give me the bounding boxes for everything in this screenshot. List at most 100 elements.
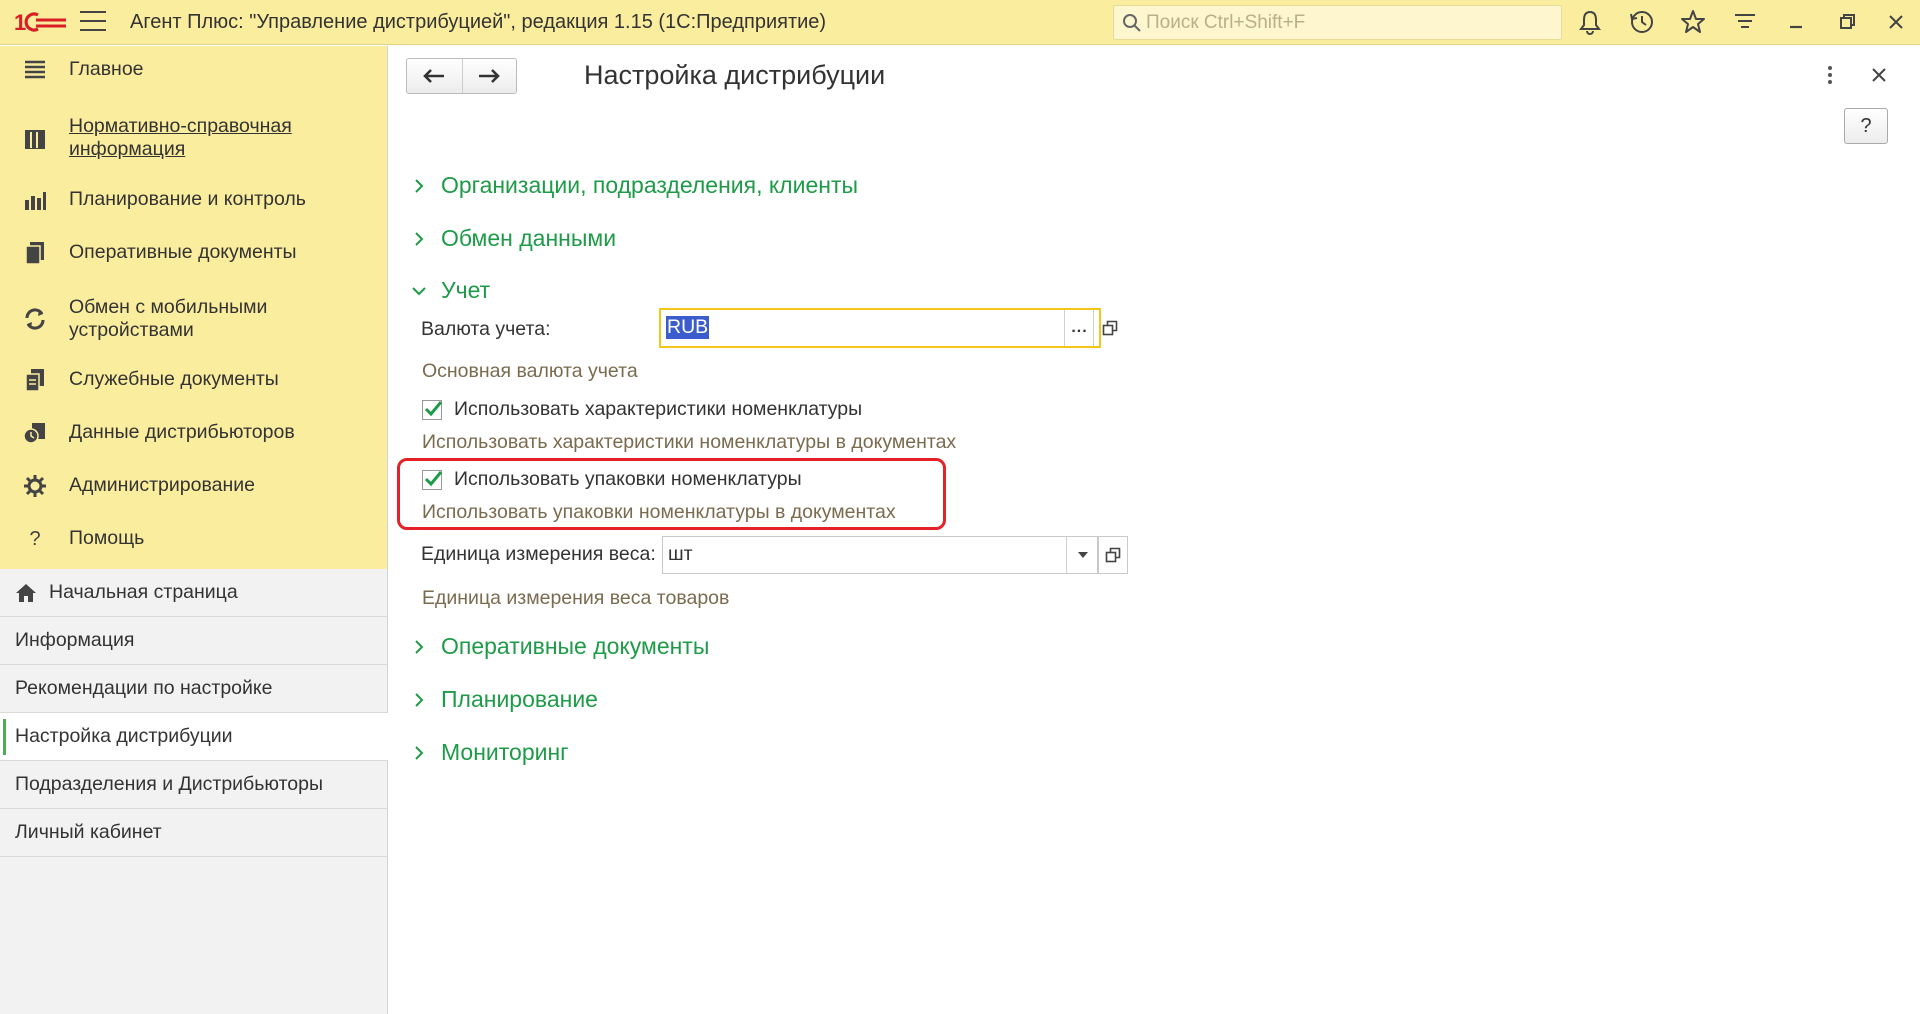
group-planning[interactable]: Планирование [411, 686, 598, 713]
open-icon [1105, 547, 1121, 563]
open-currency-button[interactable] [1093, 310, 1125, 346]
open-window-label: Личный кабинет [15, 821, 162, 843]
section-mobile-exchange[interactable]: Обмен с мобильными устройствами [0, 295, 388, 343]
main-menu-icon[interactable] [80, 11, 106, 33]
currency-hint: Основная валюта учета [422, 360, 638, 382]
group-accounting[interactable]: Учет [411, 277, 490, 304]
section-label: Служебные документы [69, 368, 279, 390]
section-distributor-data[interactable]: Данные дистрибьюторов [0, 419, 388, 447]
section-planning-control[interactable]: Планирование и контроль [0, 186, 388, 214]
group-monitoring[interactable]: Мониторинг [411, 739, 569, 766]
choice-button-label: ... [1071, 319, 1088, 336]
open-windows-list: Начальная страница Информация Рекомендац… [0, 569, 388, 857]
sync-icon [25, 308, 45, 330]
use-characteristics-checkbox[interactable] [422, 399, 443, 420]
section-reference-info[interactable]: Нормативно-справочная информация [0, 114, 388, 162]
group-label: Обмен данными [441, 225, 617, 251]
chevron-right-icon [415, 639, 424, 654]
group-label: Учет [441, 277, 491, 303]
use-characteristics-hint: Использовать характеристики номенклатуры… [422, 431, 957, 453]
open-weight-unit-button[interactable] [1098, 536, 1128, 574]
section-administration[interactable]: Администрирование [0, 472, 388, 500]
choice-button[interactable]: ... [1064, 310, 1094, 346]
form-area: Настройка дистрибуции ? Организации, под… [389, 46, 1920, 1014]
chevron-right-icon [415, 692, 424, 707]
annotation-highlight [397, 458, 946, 530]
section-help[interactable]: ? Помощь [0, 525, 388, 553]
bell-icon[interactable] [1576, 8, 1604, 36]
restore-icon[interactable] [1833, 8, 1861, 36]
list-icon [25, 60, 45, 79]
weight-unit-label: Единица измерения веса: [421, 543, 656, 565]
app-title: Агент Плюс: "Управление дистрибуцией", р… [130, 11, 827, 33]
currency-value: RUB [666, 316, 710, 339]
catalog-icon [25, 130, 45, 149]
section-label: Нормативно-справочная информация [69, 115, 292, 160]
home-icon [16, 583, 36, 602]
search-box[interactable] [1113, 5, 1562, 40]
forward-button[interactable] [461, 59, 517, 93]
currency-label: Валюта учета: [421, 318, 551, 340]
chevron-right-icon [415, 178, 424, 193]
minimize-icon[interactable] [1782, 8, 1810, 36]
back-button[interactable] [407, 59, 462, 93]
weight-unit-value: шт [668, 543, 693, 565]
search-input[interactable] [1146, 6, 1556, 39]
currency-field[interactable]: RUB ... [659, 308, 1117, 348]
section-service-docs[interactable]: Служебные документы [0, 366, 388, 394]
use-characteristics-row[interactable]: Использовать характеристики номенклатуры [422, 398, 862, 421]
sidebar: Главное Нормативно-справочная информация… [0, 46, 388, 1014]
group-operational-docs[interactable]: Оперативные документы [411, 633, 709, 660]
star-icon[interactable] [1679, 8, 1707, 36]
section-label: Оперативные документы [69, 241, 297, 263]
section-main[interactable]: Главное [0, 56, 388, 84]
open-window-label: Информация [15, 629, 135, 651]
group-data-exchange[interactable]: Обмен данными [411, 225, 616, 252]
open-window-info[interactable]: Информация [0, 617, 388, 665]
help-button[interactable]: ? [1844, 108, 1888, 144]
more-icon[interactable] [1826, 64, 1834, 86]
weight-unit-field[interactable]: шт [662, 536, 1098, 574]
group-organizations[interactable]: Организации, подразделения, клиенты [411, 172, 858, 199]
title-bar: 1 Агент Плюс: "Управление дистрибуцией",… [0, 0, 1920, 45]
weight-unit-hint: Единица измерения веса товаров [422, 587, 730, 609]
history-icon[interactable] [1628, 8, 1656, 36]
group-label: Планирование [441, 686, 598, 712]
open-window-label: Начальная страница [49, 581, 238, 603]
svg-text:1: 1 [14, 10, 26, 35]
open-window-label: Настройка дистрибуции [15, 725, 233, 747]
question-icon: ? [29, 527, 41, 550]
form-title: Настройка дистрибуции [584, 60, 886, 90]
section-label: Помощь [69, 527, 145, 549]
close-window-icon[interactable] [1882, 8, 1910, 36]
menu-lines-icon[interactable] [1731, 8, 1759, 36]
open-window-home[interactable]: Начальная страница [0, 569, 388, 617]
section-label: Администрирование [69, 474, 255, 496]
documents-icon [25, 242, 44, 265]
open-window-label: Рекомендации по настройке [15, 677, 273, 699]
open-window-recommendations[interactable]: Рекомендации по настройке [0, 665, 388, 713]
service-docs-icon [25, 369, 44, 392]
navigation-buttons [406, 58, 517, 94]
open-window-departments[interactable]: Подразделения и Дистрибьюторы [0, 761, 388, 809]
open-window-distribution-settings[interactable]: Настройка дистрибуции [0, 713, 388, 761]
1c-logo-icon[interactable]: 1 [14, 9, 68, 35]
chevron-right-icon [415, 745, 424, 760]
use-characteristics-label: Использовать характеристики номенклатуры [454, 398, 863, 420]
section-label: Главное [69, 58, 144, 80]
dropdown-arrow-icon [1077, 552, 1088, 558]
gear-icon [24, 475, 46, 497]
section-label: Планирование и контроль [69, 188, 306, 210]
section-operational-docs[interactable]: Оперативные документы [0, 239, 388, 267]
arrow-left-icon [423, 69, 445, 83]
close-form-icon[interactable] [1872, 68, 1886, 82]
chart-icon [25, 192, 46, 210]
group-label: Организации, подразделения, клиенты [441, 172, 859, 198]
arrow-right-icon [479, 69, 501, 83]
group-label: Мониторинг [441, 739, 569, 765]
chevron-right-icon [415, 231, 424, 246]
open-window-personal-account[interactable]: Личный кабинет [0, 809, 388, 857]
search-icon [1123, 14, 1141, 32]
sections-panel: Главное Нормативно-справочная информация… [0, 46, 387, 569]
dropdown-button[interactable] [1066, 537, 1098, 573]
